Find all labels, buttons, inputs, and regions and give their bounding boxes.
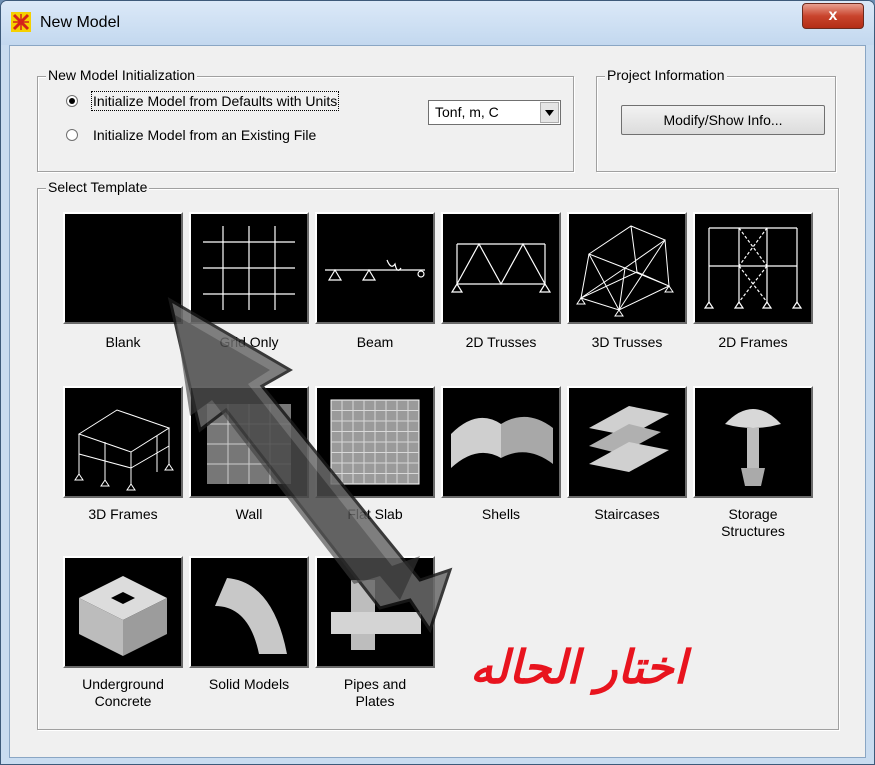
template-storage-structures[interactable] bbox=[693, 386, 813, 498]
template-label: 3D Frames bbox=[88, 506, 158, 522]
storage-icon bbox=[725, 409, 781, 486]
template-pipes-and-plates[interactable] bbox=[315, 556, 435, 668]
template-label: Shells bbox=[481, 506, 521, 522]
dialog-client-area: New Model Initialization Initialize Mode… bbox=[9, 45, 866, 758]
new-model-window: New Model x New Model Initialization Ini… bbox=[0, 0, 875, 765]
template-label: Flat Slab bbox=[347, 506, 403, 522]
window-title: New Model bbox=[40, 14, 121, 31]
template-solid-models[interactable] bbox=[189, 556, 309, 668]
template-beam[interactable] bbox=[315, 212, 435, 324]
template-flat-slab[interactable] bbox=[315, 386, 435, 498]
close-button[interactable]: x bbox=[802, 3, 864, 29]
underground-icon bbox=[79, 576, 167, 656]
template-label: 2D Frames bbox=[718, 334, 788, 350]
template-2d-trusses[interactable] bbox=[441, 212, 561, 324]
staircase-icon bbox=[589, 406, 669, 472]
template-label: Beam bbox=[356, 334, 394, 350]
template-label: 3D Trusses bbox=[591, 334, 663, 350]
template-blank[interactable] bbox=[63, 212, 183, 324]
template-wall[interactable] bbox=[189, 386, 309, 498]
existing-file-radio[interactable] bbox=[66, 129, 78, 141]
template-label: Grid Only bbox=[219, 334, 279, 350]
template-label: 2D Trusses bbox=[465, 334, 537, 350]
beam-icon bbox=[325, 259, 425, 281]
template-staircases[interactable] bbox=[567, 386, 687, 498]
frame-3d-icon bbox=[74, 409, 174, 491]
grid-icon bbox=[203, 226, 295, 310]
units-select[interactable]: Tonf, m, C bbox=[428, 100, 561, 125]
solid-icon bbox=[215, 578, 287, 654]
frame-2d-icon bbox=[703, 227, 803, 309]
template-label: Storage Structures bbox=[721, 506, 785, 539]
template-3d-frames[interactable] bbox=[63, 386, 183, 498]
template-label: Wall bbox=[235, 506, 263, 522]
template-2d-frames[interactable] bbox=[693, 212, 813, 324]
template-group-legend: Select Template bbox=[46, 179, 150, 195]
flat-slab-icon bbox=[330, 399, 420, 485]
units-select-value: Tonf, m, C bbox=[435, 104, 499, 120]
pipes-icon bbox=[331, 580, 421, 650]
wall-icon bbox=[207, 404, 291, 484]
truss-3d-icon bbox=[576, 225, 674, 317]
chevron-down-icon[interactable] bbox=[540, 102, 559, 123]
annotation-caption: اختار الحاله bbox=[470, 640, 687, 694]
template-underground-concrete[interactable] bbox=[63, 556, 183, 668]
defaults-option[interactable]: Initialize Model from Defaults with Unit… bbox=[66, 91, 340, 111]
template-label: Underground Concrete bbox=[82, 676, 164, 709]
title-bar[interactable]: New Model x bbox=[1, 1, 874, 45]
existing-file-option-label: Initialize Model from an Existing File bbox=[93, 127, 317, 143]
blank-icon bbox=[65, 214, 181, 322]
init-group-legend: New Model Initialization bbox=[46, 67, 198, 83]
template-grid-only[interactable] bbox=[189, 212, 309, 324]
template-shells[interactable] bbox=[441, 386, 561, 498]
sap-logo-icon bbox=[11, 12, 31, 32]
defaults-radio[interactable] bbox=[66, 95, 78, 107]
defaults-option-label: Initialize Model from Defaults with Unit… bbox=[90, 91, 340, 111]
template-label: Pipes and Plates bbox=[343, 676, 407, 709]
shell-icon bbox=[451, 416, 553, 468]
truss-2d-icon bbox=[450, 242, 552, 293]
template-label: Solid Models bbox=[208, 676, 290, 692]
modify-show-info-button[interactable]: Modify/Show Info... bbox=[621, 105, 825, 135]
project-group-legend: Project Information bbox=[605, 67, 727, 83]
template-3d-trusses[interactable] bbox=[567, 212, 687, 324]
template-label: Blank bbox=[105, 334, 141, 350]
existing-file-option[interactable]: Initialize Model from an Existing File bbox=[66, 125, 316, 145]
template-label: Staircases bbox=[594, 506, 660, 522]
